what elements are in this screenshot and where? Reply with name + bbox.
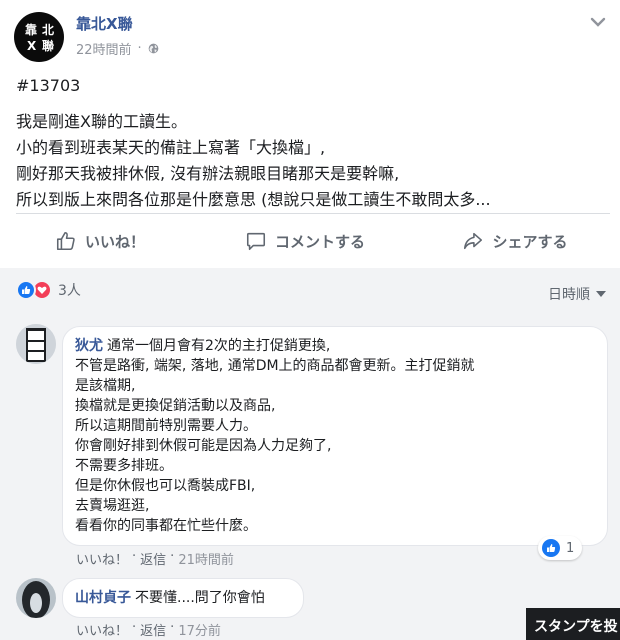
like-reaction-icon bbox=[16, 280, 36, 300]
avatar-char: 聯 bbox=[42, 39, 55, 53]
post-line: 所以到版上來問各位那是什麼意思 (想說只是做工讀生不敢問太多... bbox=[16, 190, 491, 209]
like-label: いいね！ bbox=[84, 232, 145, 251]
comment-line: 看看你的同事都在忙些什麼。 bbox=[75, 518, 257, 534]
comment-author[interactable]: 山村貞子 bbox=[75, 590, 131, 606]
comment-author[interactable]: 狄尤 bbox=[75, 338, 103, 354]
post-line: 我是剛進X聯的工讀生。 bbox=[16, 112, 187, 131]
comment-button[interactable]: コメントする bbox=[200, 218, 410, 264]
comment-like-link[interactable]: いいね！ bbox=[76, 549, 128, 568]
reaction-summary[interactable]: 3人 bbox=[16, 280, 81, 300]
caret-down-icon bbox=[596, 291, 606, 297]
comment-line: 去賣場逛逛, bbox=[75, 498, 150, 514]
share-button[interactable]: シェアする bbox=[410, 218, 620, 264]
comment-bubble: 山村貞子 不要懂....問了你會怕 bbox=[62, 578, 304, 618]
comment-meta: いいね！ · 返信 · 21時間前 bbox=[76, 549, 234, 568]
post-body: #13703 我是剛進X聯的工讀生。 小的看到班表某天的備註上寫著「大換檔」, … bbox=[16, 73, 606, 213]
reaction-count: 3人 bbox=[58, 283, 81, 299]
comment-line: 不管是路衝, 端架, 落地, 通常DM上的商品都會更新。主打促銷就 bbox=[75, 358, 475, 374]
chevron-down-icon[interactable] bbox=[590, 16, 606, 28]
share-icon bbox=[464, 232, 483, 250]
comment-icon bbox=[246, 232, 266, 251]
comment-reply-link[interactable]: 返信 bbox=[140, 620, 166, 639]
like-button[interactable]: いいね！ bbox=[0, 218, 200, 264]
post-line: 小的看到班表某天的備註上寫著「大換檔」, bbox=[16, 138, 326, 157]
comment-bubble: 狄尤 通常一個月會有2次的主打促銷更換, 不管是路衝, 端架, 落地, 通常DM上… bbox=[62, 326, 608, 546]
post-timestamp[interactable]: 22時間前 bbox=[76, 39, 132, 58]
comment-like-link[interactable]: いいね！ bbox=[76, 620, 128, 639]
post-line: 剛好那天我被排休假, 沒有辦法親眼目睹那天是要幹嘛, bbox=[16, 164, 400, 183]
sticker-tooltip: スタンプを投 bbox=[526, 608, 620, 640]
comment-text: 不要懂....問了你會怕 bbox=[135, 590, 265, 606]
comment-label: コメントする bbox=[274, 232, 365, 251]
comment-meta: いいね！ · 返信 · 17分前 bbox=[76, 620, 221, 639]
sort-dropdown[interactable]: 日時順 bbox=[548, 284, 606, 304]
avatar-char: X bbox=[27, 39, 37, 53]
action-bar: いいね！ コメントする シェアする bbox=[0, 218, 620, 264]
avatar-char: 北 bbox=[42, 23, 55, 37]
post-meta: 22時間前 · bbox=[76, 39, 159, 58]
comment-reply-link[interactable]: 返信 bbox=[140, 549, 166, 568]
globe-icon[interactable] bbox=[148, 43, 159, 54]
page-name-link[interactable]: 靠北X聯 bbox=[76, 13, 133, 34]
post-hashtag[interactable]: #13703 bbox=[16, 73, 606, 99]
avatar-char: 靠 bbox=[25, 23, 38, 37]
comment-line: 是該檔期, bbox=[75, 378, 136, 394]
commenter-avatar[interactable] bbox=[16, 324, 56, 364]
comment-line: 換檔就是更換促銷活動以及商品, bbox=[75, 398, 276, 414]
comment-line: 所以這期間前特別需要人力。 bbox=[75, 418, 257, 434]
share-label: シェアする bbox=[492, 232, 568, 251]
comment-timestamp[interactable]: 17分前 bbox=[178, 620, 221, 639]
divider bbox=[16, 213, 610, 214]
comments-section: 3人 日時順 狄尤 通常一個月會有2次的主打促銷更換, 不管是路衝, 端架, 落地… bbox=[0, 268, 620, 640]
like-reaction-icon bbox=[542, 539, 560, 557]
comment-reaction-count: 1 bbox=[566, 540, 575, 556]
comment-line: 你會剛好排到休假可能是因為人力足夠了, bbox=[75, 438, 332, 454]
comment-line: 不需要多排班。 bbox=[75, 458, 173, 474]
sort-label: 日時順 bbox=[548, 287, 590, 303]
post-card: 靠 北 X 聯 靠北X聯 22時間前 · #13703 我是剛進X聯的工讀生。 … bbox=[0, 0, 620, 268]
comment-timestamp[interactable]: 21時間前 bbox=[178, 549, 234, 568]
page-avatar[interactable]: 靠 北 X 聯 bbox=[14, 12, 64, 62]
comment-line: 但是你休假也可以喬裝成FBI, bbox=[75, 478, 256, 494]
thumbs-up-icon bbox=[56, 231, 75, 251]
meta-separator: · bbox=[137, 41, 142, 56]
commenter-avatar[interactable] bbox=[16, 578, 56, 618]
comment-line: 通常一個月會有2次的主打促銷更換, bbox=[107, 338, 331, 354]
comment-reactions[interactable]: 1 bbox=[538, 536, 583, 560]
